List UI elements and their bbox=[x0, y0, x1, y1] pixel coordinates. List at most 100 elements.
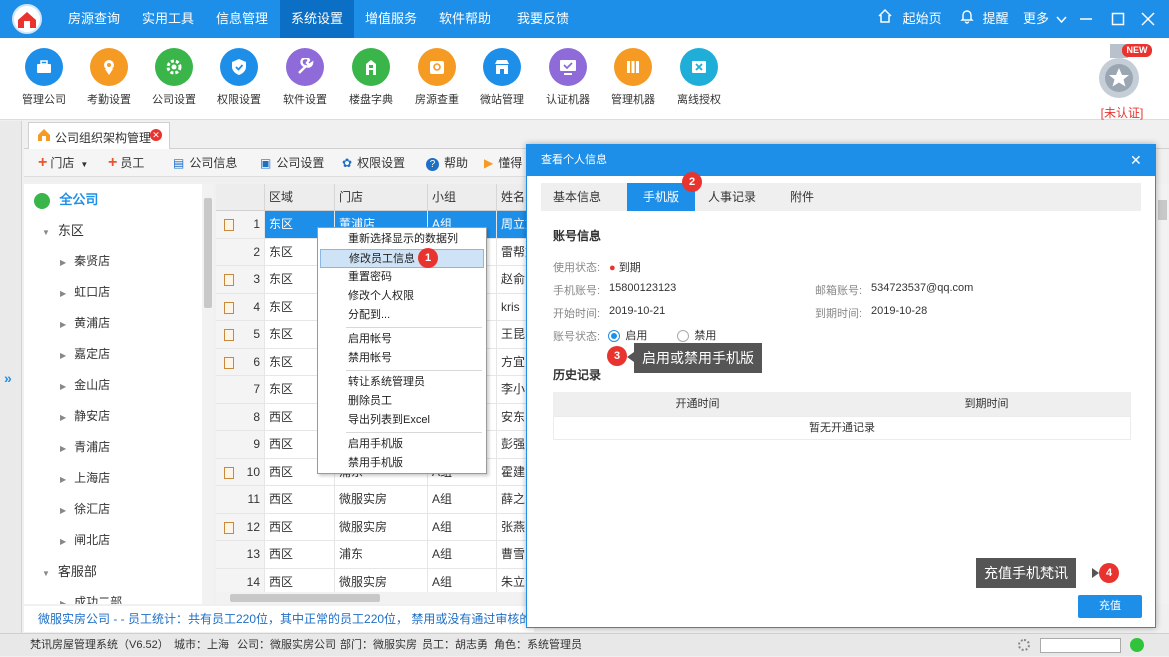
certification-medal[interactable]: NEW [未认证] bbox=[1094, 44, 1152, 120]
document-icon bbox=[224, 466, 234, 479]
tree-node-east[interactable]: ▼ 东区 bbox=[42, 215, 84, 246]
company-settings-button[interactable]: ▣ 公司设置 bbox=[260, 149, 324, 177]
table-row[interactable]: 11 西区 微服实房 A组 薛之 bbox=[216, 486, 534, 514]
row-number: 8 bbox=[253, 409, 260, 424]
menu-value-added[interactable]: 增值服务 bbox=[354, 0, 428, 38]
tab-attachments[interactable]: 附件 bbox=[775, 183, 829, 211]
tree-store[interactable]: ▶ 青浦店 bbox=[60, 432, 110, 463]
add-employee-button[interactable]: + 员工 bbox=[108, 149, 144, 177]
recharge-button[interactable]: 充值 bbox=[1078, 595, 1142, 618]
tool-house-dedup[interactable]: 房源查重 bbox=[405, 48, 469, 107]
grid-header[interactable]: 区域 bbox=[265, 184, 335, 211]
tab-hr-records[interactable]: 人事记录 bbox=[697, 183, 767, 211]
tree-store[interactable]: ▶ 黄浦店 bbox=[60, 308, 110, 339]
menu-item-enable-account[interactable]: 启用帐号 bbox=[320, 330, 484, 349]
tool-offline-license[interactable]: 离线授权 bbox=[667, 48, 731, 107]
menu-house-search[interactable]: 房源查询 bbox=[57, 0, 131, 38]
radio-disabled[interactable]: 禁用 bbox=[677, 327, 716, 343]
collapsed-side-panel[interactable]: » bbox=[0, 121, 22, 633]
company-info-button[interactable]: ▤ 公司信息 bbox=[173, 149, 237, 177]
tree-node-service[interactable]: ▼ 客服部 bbox=[42, 556, 97, 587]
tree-store-label: 金山店 bbox=[74, 378, 111, 392]
alert-button[interactable]: 提醒 bbox=[960, 0, 1009, 38]
scroll-thumb[interactable] bbox=[1158, 200, 1167, 220]
tree-store[interactable]: ▶ 静安店 bbox=[60, 401, 110, 432]
video-icon: ▶ bbox=[484, 156, 494, 170]
tool-microsite[interactable]: 微站管理 bbox=[470, 48, 534, 107]
tool-permission-settings[interactable]: 权限设置 bbox=[207, 48, 271, 107]
menu-tools[interactable]: 实用工具 bbox=[131, 0, 205, 38]
tree-store[interactable]: ▶ 闸北店 bbox=[60, 525, 110, 556]
expand-arrow-icon: ▶ bbox=[60, 506, 67, 515]
menu-info-management[interactable]: 信息管理 bbox=[205, 0, 279, 38]
menu-item-disable-mobile[interactable]: 禁用手机版 bbox=[320, 454, 484, 473]
document-icon bbox=[224, 521, 234, 534]
tree-store[interactable]: ▶ 秦贤店 bbox=[60, 246, 110, 277]
menu-item-delete-employee[interactable]: 删除员工 bbox=[320, 392, 484, 411]
document-icon bbox=[224, 329, 234, 341]
menu-item-reset-password[interactable]: 重置密码 bbox=[320, 268, 484, 287]
menu-help[interactable]: 软件帮助 bbox=[428, 0, 502, 38]
cell-region: 西区 bbox=[265, 486, 335, 514]
expand-arrow-icon: ▶ bbox=[60, 599, 67, 604]
tool-manage-machines[interactable]: 管理机器 bbox=[601, 48, 665, 107]
tool-certified-machines[interactable]: 认证机器 bbox=[536, 48, 600, 107]
permission-settings-button[interactable]: ✿ 权限设置 bbox=[342, 149, 405, 177]
document-icon bbox=[224, 274, 234, 286]
tree-scrollbar[interactable] bbox=[202, 184, 214, 604]
tool-attendance[interactable]: 考勤设置 bbox=[77, 48, 141, 107]
main-scrollbar[interactable] bbox=[1156, 184, 1169, 604]
menu-item-disable-account[interactable]: 禁用帐号 bbox=[320, 349, 484, 368]
tool-label: 认证机器 bbox=[546, 94, 590, 106]
tree-store[interactable]: ▶ 徐汇店 bbox=[60, 494, 110, 525]
tab-org-structure[interactable]: 公司组织架构管理 ✕ bbox=[28, 122, 170, 149]
dialog-close-icon[interactable]: ✕ bbox=[1130, 145, 1142, 176]
chevron-down-icon bbox=[1056, 1, 1067, 39]
status-role: 角色：系统管理员 bbox=[494, 639, 582, 651]
tree-store[interactable]: ▶ 虹口店 bbox=[60, 277, 110, 308]
menu-separator bbox=[346, 432, 482, 433]
tree-store[interactable]: ▶ 金山店 bbox=[60, 370, 110, 401]
expand-arrow-icon[interactable]: » bbox=[4, 370, 12, 386]
menu-item-export-excel[interactable]: 导出列表到Excel bbox=[320, 411, 484, 430]
history-section-title: 历史记录 bbox=[553, 368, 602, 382]
tool-manage-company[interactable]: 管理公司 bbox=[12, 48, 76, 107]
menu-item-assign[interactable]: 分配到... bbox=[320, 306, 484, 325]
menu-item-transfer-admin[interactable]: 转让系统管理员 bbox=[320, 373, 484, 392]
start-page-button[interactable]: 起始页 bbox=[877, 0, 942, 38]
tree-root[interactable]: 全公司 bbox=[34, 184, 98, 215]
menu-feedback[interactable]: 我要反馈 bbox=[505, 0, 581, 38]
close-tab-icon[interactable]: ✕ bbox=[150, 129, 162, 141]
tree-store[interactable]: ▶ 成功二部 bbox=[60, 587, 122, 604]
tab-basic-info[interactable]: 基本信息 bbox=[541, 183, 613, 211]
menu-item-choose-columns[interactable]: 重新选择显示的数据列 bbox=[320, 230, 484, 249]
table-row[interactable]: 13 西区 浦东 A组 曹雪 bbox=[216, 541, 534, 569]
scroll-thumb[interactable] bbox=[230, 594, 380, 602]
radio-enabled[interactable]: 启用 bbox=[608, 327, 647, 343]
scroll-thumb[interactable] bbox=[204, 198, 212, 308]
grid-header[interactable]: 小组 bbox=[428, 184, 497, 211]
menu-item-enable-mobile[interactable]: 启用手机版 bbox=[320, 435, 484, 454]
table-row[interactable]: 12 西区 微服实房 A组 张燕 bbox=[216, 513, 534, 541]
tool-software-settings[interactable]: 软件设置 bbox=[273, 48, 337, 107]
tool-building-dictionary[interactable]: 楼盘字典 bbox=[339, 48, 403, 107]
tool-company-settings[interactable]: 公司设置 bbox=[142, 48, 206, 107]
minimize-button[interactable] bbox=[1079, 0, 1099, 38]
video-button[interactable]: ▶ 懂得 bbox=[484, 149, 522, 177]
close-window-button[interactable] bbox=[1141, 0, 1161, 38]
menu-item-edit-employee[interactable]: 修改员工信息 bbox=[320, 249, 484, 268]
menu-item-edit-permissions[interactable]: 修改个人权限 bbox=[320, 287, 484, 306]
monitor-check-icon bbox=[549, 48, 587, 86]
tree-store[interactable]: ▶ 上海店 bbox=[60, 463, 110, 494]
document-icon bbox=[224, 219, 234, 231]
grid-horizontal-scrollbar[interactable] bbox=[216, 592, 534, 604]
status-employee: 员工：胡志勇 bbox=[422, 639, 488, 651]
more-button[interactable]: 更多 bbox=[1023, 0, 1067, 38]
grid-header[interactable]: 门店 bbox=[335, 184, 428, 211]
org-tree: 全公司 ▼ 东区 ▶ 秦贤店 ▶ 虹口店 ▶ 黄浦店 ▶ 嘉定店 ▶ 金山店 ▶ 静安店 ▶ 青… bbox=[24, 184, 214, 604]
tree-store[interactable]: ▶ 嘉定店 bbox=[60, 339, 110, 370]
add-store-button[interactable]: + 门店 ▼ bbox=[38, 149, 88, 177]
help-button[interactable]: ? 帮助 bbox=[426, 149, 468, 177]
maximize-button[interactable] bbox=[1111, 0, 1131, 38]
menu-system-settings[interactable]: 系统设置 bbox=[280, 0, 354, 38]
